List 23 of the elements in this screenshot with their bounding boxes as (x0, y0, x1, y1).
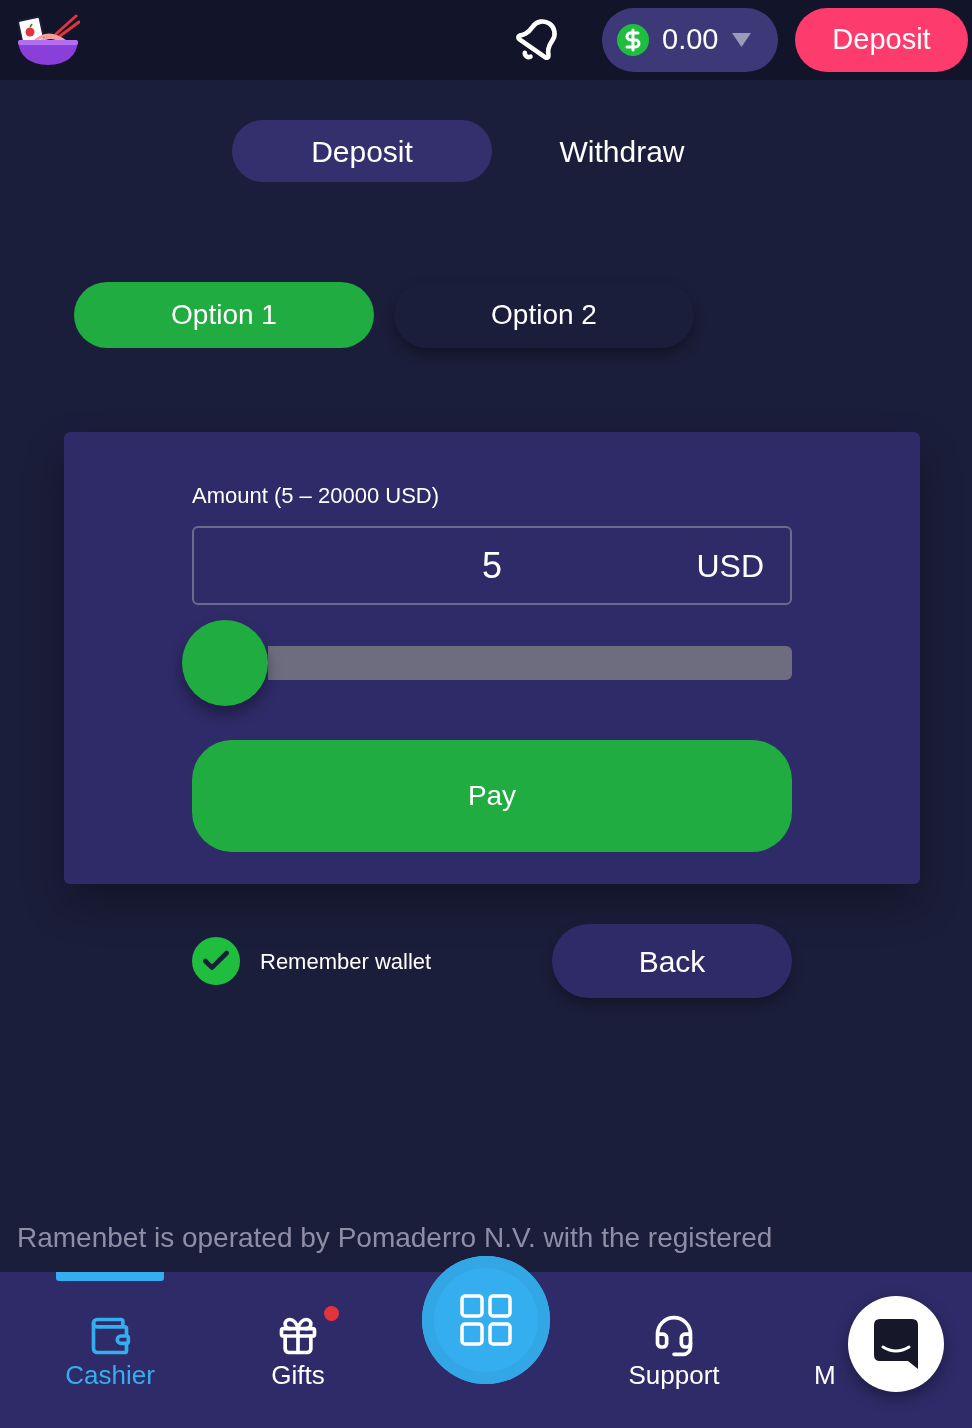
caret-icon (732, 33, 752, 47)
chat-icon (874, 1319, 918, 1369)
noodle-bowl-logo-icon[interactable] (16, 14, 80, 66)
nav-item[interactable]: Cashier (51, 1306, 169, 1390)
nav-item[interactable]: Support (614, 1306, 734, 1390)
grid-icon (460, 1294, 512, 1346)
operator-notice: Ramenbet is operated by Pomaderro N.V. with the registered (16, 1222, 774, 1254)
option-tab[interactable]: Option 2 (394, 282, 694, 348)
amount-value: 5 (482, 543, 502, 588)
dollar-icon (617, 24, 649, 56)
amount-input[interactable]: 5 USD (192, 526, 792, 605)
amount-slider[interactable] (182, 620, 792, 706)
nav-item[interactable]: M (800, 1306, 850, 1390)
remember-wallet-checkbox[interactable] (192, 937, 240, 985)
currency-label: USD (696, 546, 764, 586)
slider-thumb[interactable] (182, 620, 268, 706)
remember-wallet-label: Remember wallet (260, 947, 432, 976)
back-button[interactable]: Back (552, 924, 792, 998)
amount-label: Amount (5 – 20000 USD) (192, 482, 440, 510)
balance-selector[interactable]: 0.00 (602, 8, 778, 72)
tab[interactable]: Deposit (232, 120, 492, 182)
tab[interactable]: Withdraw (492, 120, 752, 182)
nav-item[interactable]: Gifts (257, 1306, 339, 1390)
